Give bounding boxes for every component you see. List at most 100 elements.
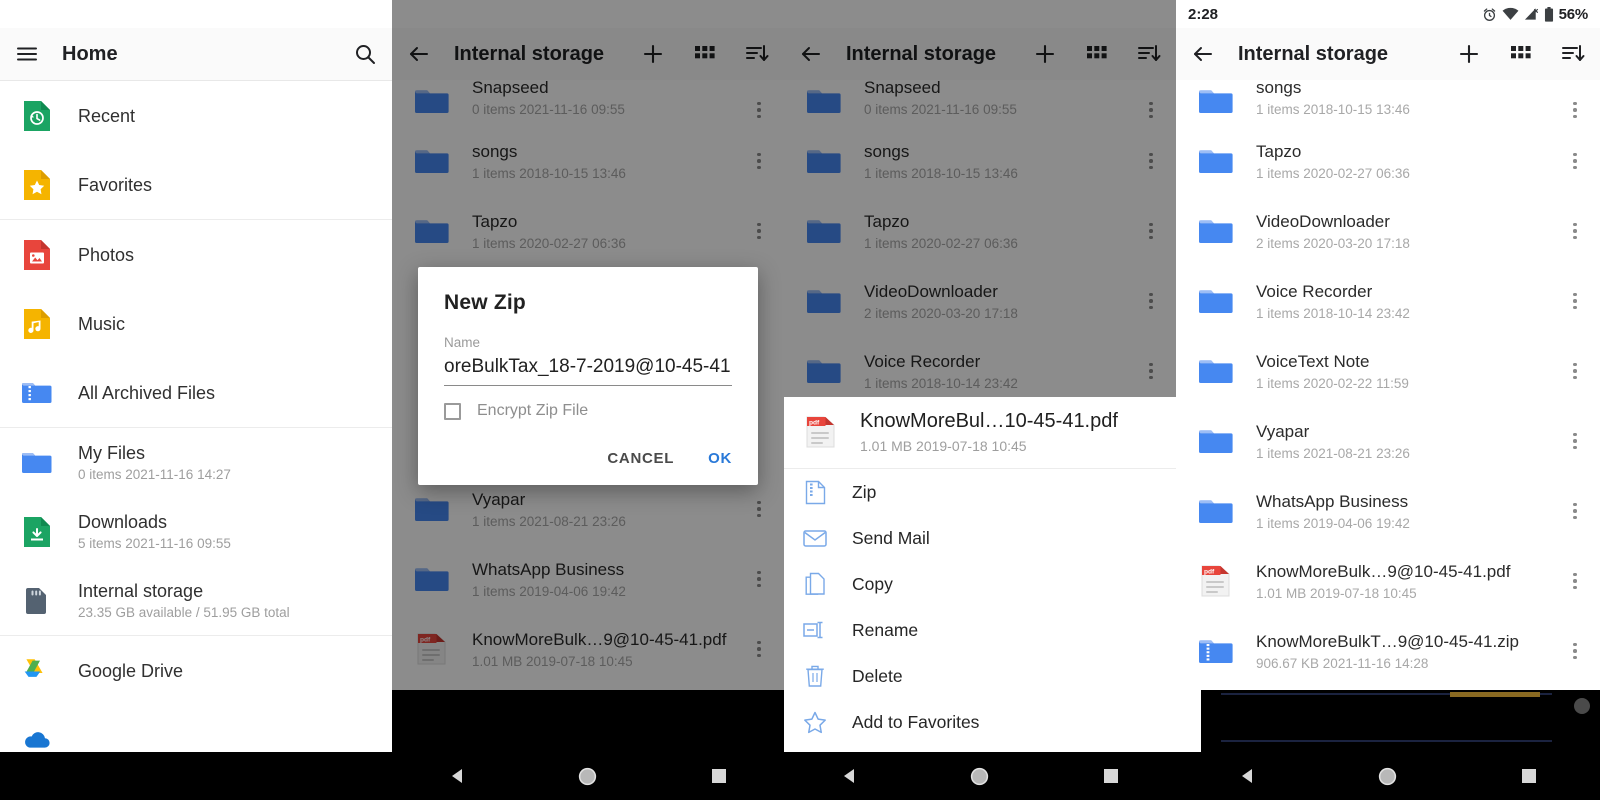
plus-icon[interactable] <box>1456 41 1482 67</box>
menu-item-send-mail[interactable]: Send Mail <box>784 515 1176 561</box>
table-row[interactable]: songs 1 items 2018-10-15 13:46 <box>784 126 1176 196</box>
copy-icon <box>802 572 828 596</box>
overflow-menu-icon[interactable] <box>1564 101 1586 118</box>
table-row[interactable]: WhatsApp Business 1 items 2019-04-06 19:… <box>392 544 784 614</box>
dialog-title: New Zip <box>444 291 526 314</box>
close-icon[interactable] <box>1574 698 1590 714</box>
menu-item-label: Copy <box>852 573 893 594</box>
nav-back-icon[interactable] <box>1207 767 1287 785</box>
grid-view-icon[interactable] <box>1508 41 1534 67</box>
back-arrow-icon[interactable] <box>798 41 824 67</box>
table-row[interactable]: songs 1 items 2018-10-15 13:46 <box>392 126 784 196</box>
status-icons: 56% <box>1482 6 1588 23</box>
sort-descending-icon[interactable] <box>744 41 770 67</box>
overflow-menu-icon[interactable] <box>1564 502 1586 520</box>
table-row[interactable]: Tapzo 1 items 2020-02-27 06:36 <box>1176 126 1600 196</box>
table-row[interactable]: WhatsApp Business 1 items 2019-04-06 19:… <box>1176 476 1600 546</box>
table-row[interactable]: VideoDownloader 2 items 2020-03-20 17:18 <box>1176 196 1600 266</box>
menu-item-add-to-favorites[interactable]: Add to Favorites <box>784 699 1176 745</box>
overflow-menu-icon[interactable] <box>748 500 770 518</box>
folder-icon <box>806 284 842 318</box>
overflow-menu-icon[interactable] <box>748 101 770 118</box>
zip-name-input[interactable] <box>444 350 732 386</box>
nav-back-icon[interactable] <box>809 767 889 785</box>
hamburger-menu-icon[interactable] <box>14 41 40 67</box>
overflow-menu-icon[interactable] <box>1564 572 1586 590</box>
overflow-menu-icon[interactable] <box>1140 101 1162 118</box>
overflow-menu-icon[interactable] <box>748 640 770 658</box>
file-text: songs 1 items 2018-10-15 13:46 <box>1256 78 1564 118</box>
nav-home-icon[interactable] <box>940 767 1020 786</box>
overflow-menu-icon[interactable] <box>1140 152 1162 170</box>
sd-card-icon <box>22 586 52 616</box>
sidebar-item-music[interactable]: Music <box>0 289 392 358</box>
sidebar-item-photos[interactable]: Photos <box>0 220 392 289</box>
grid-view-icon[interactable] <box>692 41 718 67</box>
table-row[interactable]: pdf KnowMoreBulk…9@10-45-41.pdf 1.01 MB … <box>392 614 784 684</box>
sidebar-item-google-drive[interactable]: Google Drive <box>0 636 392 705</box>
nav-recents-icon[interactable] <box>1071 768 1151 784</box>
table-row[interactable]: Voice Recorder 1 items 2018-10-14 23:42 <box>784 336 1176 406</box>
overflow-menu-icon[interactable] <box>1140 362 1162 380</box>
back-arrow-icon[interactable] <box>406 41 432 67</box>
ok-button[interactable]: OK <box>708 450 732 467</box>
plus-icon[interactable] <box>1032 41 1058 67</box>
table-row[interactable]: Snapseed 0 items 2021-11-16 09:55 <box>392 78 784 126</box>
table-row[interactable]: Snapseed 0 items 2021-11-16 09:55 <box>784 78 1176 126</box>
overflow-menu-icon[interactable] <box>1564 152 1586 170</box>
folder-icon <box>806 144 842 178</box>
table-row[interactable]: VoiceText Note 1 items 2020-02-22 11:59 <box>1176 336 1600 406</box>
table-row[interactable]: KnowMoreBulkT…9@10-45-41.zip 906.67 KB 2… <box>1176 616 1600 686</box>
overflow-menu-icon[interactable] <box>748 570 770 588</box>
file-text: Vyapar 1 items 2021-08-21 23:26 <box>472 489 748 530</box>
table-row[interactable]: VideoDownloader 2 items 2020-03-20 17:18 <box>784 266 1176 336</box>
sidebar-item-all-archived-files[interactable]: All Archived Files <box>0 358 392 427</box>
table-row[interactable]: Voice Recorder 1 items 2018-10-14 23:42 <box>1176 266 1600 336</box>
sort-descending-icon[interactable] <box>1560 41 1586 67</box>
encrypt-zip-checkbox[interactable] <box>444 402 461 420</box>
sidebar-item-sublabel: 23.35 GB available / 51.95 GB total <box>78 605 290 620</box>
sidebar-item-recent[interactable]: Recent <box>0 81 392 150</box>
sidebar-item-internal-storage[interactable]: Internal storage 23.35 GB available / 51… <box>0 566 392 635</box>
sidebar-item-downloads[interactable]: Downloads 5 items 2021-11-16 09:55 <box>0 497 392 566</box>
table-row[interactable]: Tapzo 1 items 2020-02-27 06:36 <box>392 196 784 266</box>
grid-view-icon[interactable] <box>1084 41 1110 67</box>
table-row[interactable]: pdf KnowMoreBulk…9@10-45-41.pdf 1.01 MB … <box>1176 546 1600 616</box>
overflow-menu-icon[interactable] <box>1564 362 1586 380</box>
encrypt-zip-checkbox-row[interactable]: Encrypt Zip File <box>444 402 732 420</box>
table-row[interactable]: songs 1 items 2018-10-15 13:46 <box>1176 78 1600 126</box>
overflow-menu-icon[interactable] <box>1564 642 1586 660</box>
back-arrow-icon[interactable] <box>1190 41 1216 67</box>
table-row[interactable]: Vyapar 1 items 2021-08-21 23:26 <box>1176 406 1600 476</box>
search-icon[interactable] <box>352 41 378 67</box>
nav-recents-icon[interactable] <box>1489 768 1569 784</box>
sidebar-item-my-files[interactable]: My Files 0 items 2021-11-16 14:27 <box>0 428 392 497</box>
overflow-menu-icon[interactable] <box>1564 432 1586 450</box>
file-list: songs 1 items 2018-10-15 13:46 Tapzo 1 i… <box>1176 78 1600 686</box>
overflow-menu-icon[interactable] <box>1140 292 1162 310</box>
status-bar-home <box>0 0 392 28</box>
menu-item-copy[interactable]: Copy <box>784 561 1176 607</box>
overflow-menu-icon[interactable] <box>1140 222 1162 240</box>
overflow-menu-icon[interactable] <box>1564 222 1586 240</box>
menu-item-delete[interactable]: Delete <box>784 653 1176 699</box>
menu-item-rename[interactable]: Rename <box>784 607 1176 653</box>
plus-icon[interactable] <box>640 41 666 67</box>
sidebar-item-favorites[interactable]: Favorites <box>0 150 392 219</box>
overflow-menu-icon[interactable] <box>1564 292 1586 310</box>
nav-recents-icon[interactable] <box>679 768 759 784</box>
page-title: Internal storage <box>1238 42 1389 65</box>
overflow-menu-icon[interactable] <box>748 222 770 240</box>
folder-icon <box>1198 354 1234 388</box>
file-text: Voice Recorder 1 items 2018-10-14 23:42 <box>864 351 1140 392</box>
table-row[interactable]: Tapzo 1 items 2020-02-27 06:36 <box>784 196 1176 266</box>
overflow-menu-icon[interactable] <box>748 152 770 170</box>
nav-home-icon[interactable] <box>548 767 628 786</box>
nav-home-icon[interactable] <box>1348 767 1428 786</box>
menu-item-zip[interactable]: Zip <box>784 469 1176 515</box>
cancel-button[interactable]: CANCEL <box>607 450 674 467</box>
mail-icon <box>802 529 828 548</box>
nav-back-icon[interactable] <box>417 767 497 785</box>
sort-descending-icon[interactable] <box>1136 41 1162 67</box>
download-file-icon <box>22 516 52 547</box>
